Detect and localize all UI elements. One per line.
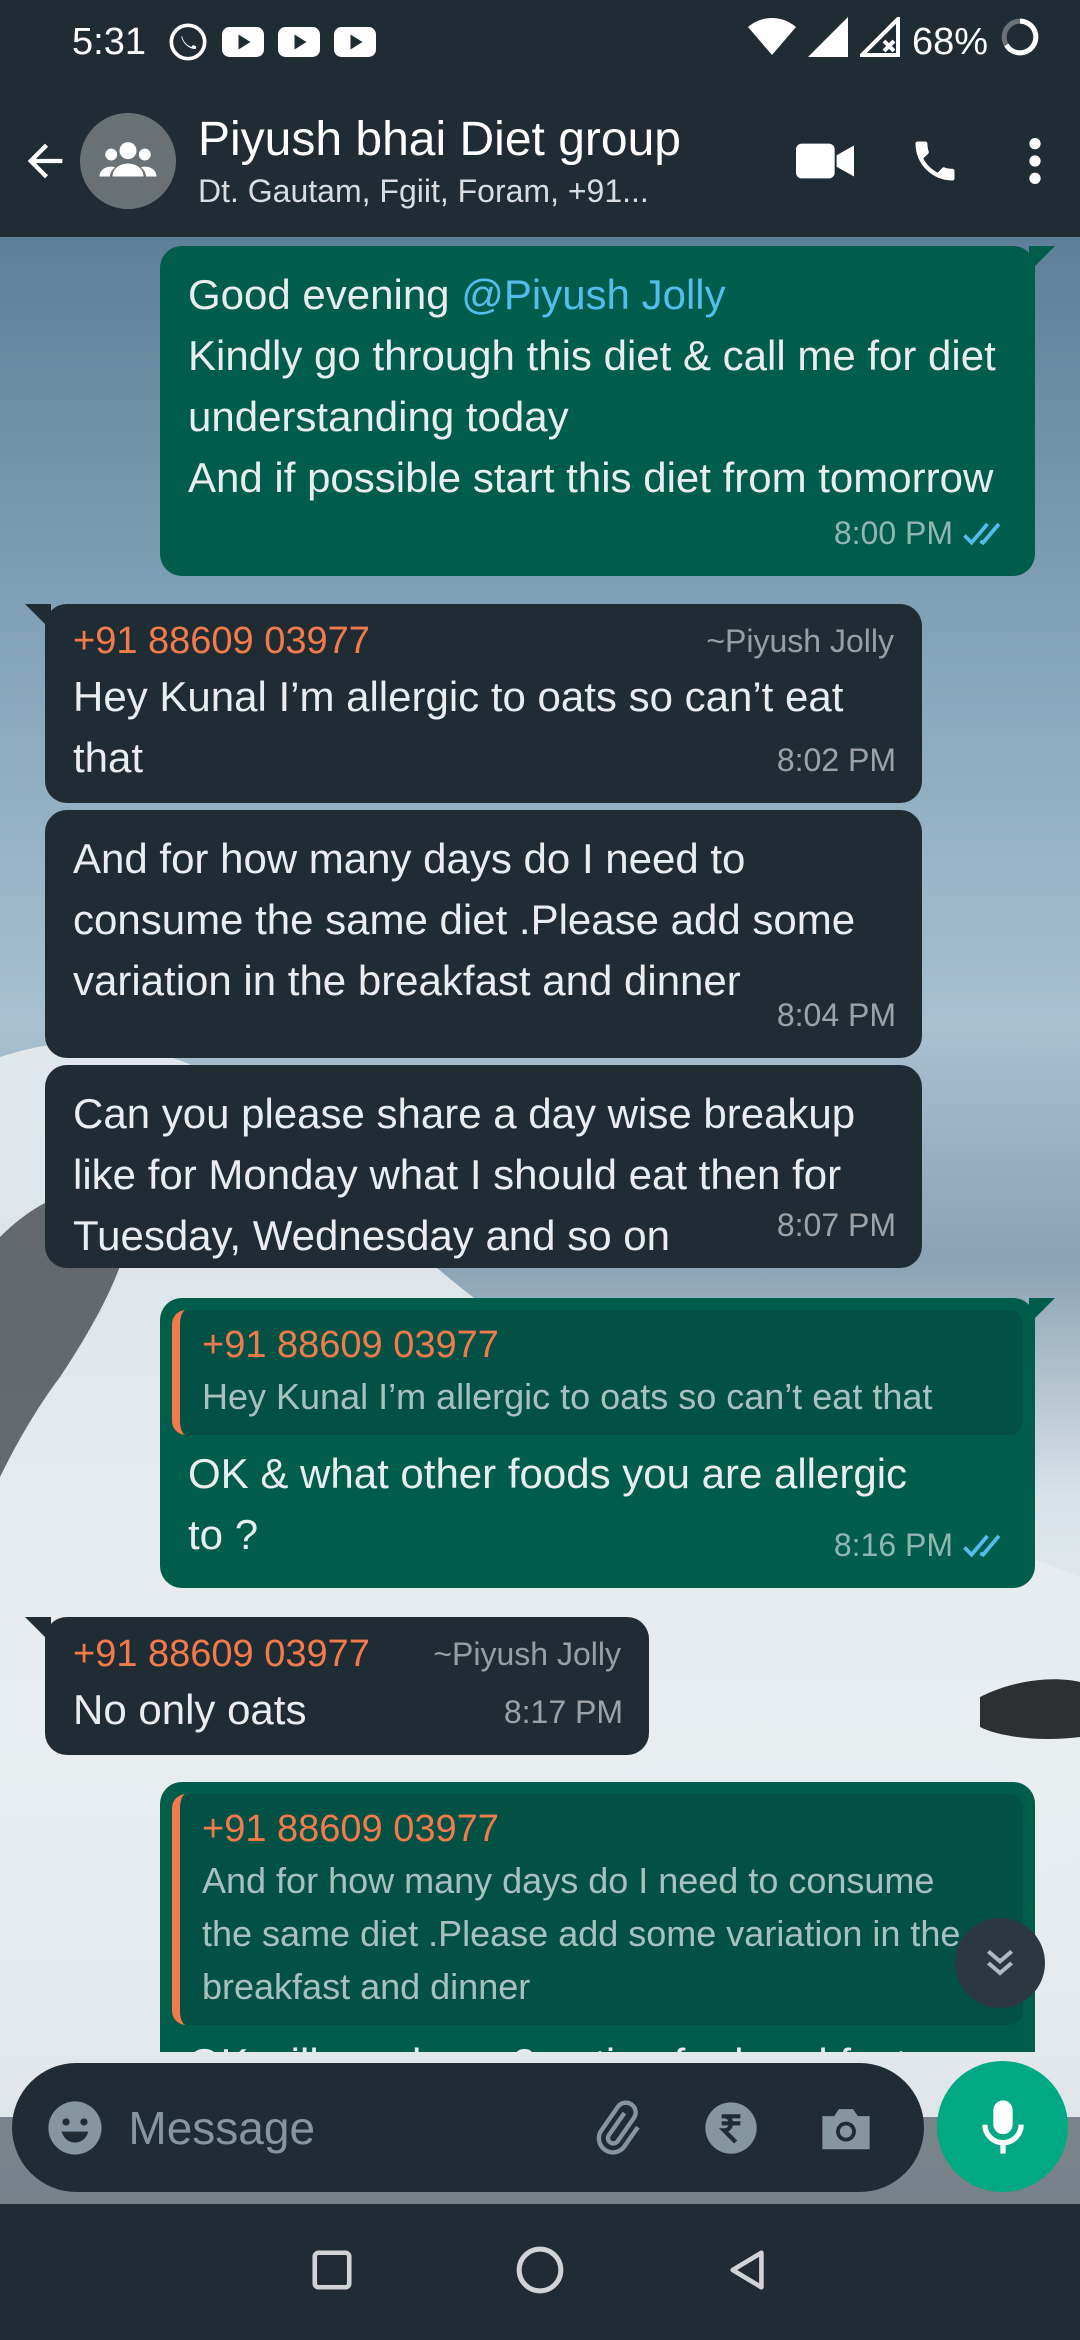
emoji-icon xyxy=(48,2100,102,2155)
recents-button[interactable] xyxy=(309,2247,355,2298)
message-meta: 8:00 PM xyxy=(834,503,1009,564)
message-sender: +91 88609 03977 ~Piyush Jolly xyxy=(73,1629,621,1679)
sender-phone[interactable]: +91 88609 03977 xyxy=(73,1629,370,1679)
wifi-icon xyxy=(747,17,796,67)
scroll-to-bottom-button[interactable] xyxy=(955,1918,1045,2008)
message-bubble-outgoing[interactable]: +91 88609 03977 Hey Kunal I’m allergic t… xyxy=(160,1298,1055,1588)
message-time: 8:17 PM xyxy=(503,1694,623,1730)
message-text: Good evening @Piyush Jolly xyxy=(188,271,726,318)
status-bar: 5:31 68% xyxy=(0,0,1080,84)
phone-icon xyxy=(915,141,955,180)
quoted-message[interactable]: +91 88609 03977 Hey Kunal I’m allergic t… xyxy=(172,1310,1023,1435)
double-chevron-down-icon xyxy=(987,1949,1013,1976)
message-time: 8:02 PM xyxy=(776,742,896,778)
payment-button[interactable] xyxy=(674,2078,789,2178)
group-icon xyxy=(99,141,157,176)
message-meta: 8:04 PM xyxy=(777,985,896,1046)
system-back-button[interactable] xyxy=(725,2247,771,2298)
youtube-icon xyxy=(221,26,264,58)
message-meta: 8:02 PM xyxy=(777,730,896,791)
mention-link[interactable]: @Piyush Jolly xyxy=(461,271,725,318)
double-check-icon xyxy=(963,522,1001,545)
paperclip-icon xyxy=(596,2100,640,2155)
message-composer xyxy=(12,2063,924,2192)
youtube-icon xyxy=(277,26,320,58)
microphone-icon xyxy=(981,2099,1024,2154)
message-text: OK & what other foods you are allergic t… xyxy=(188,1450,908,1558)
quoted-text: And for how many days do I need to consu… xyxy=(202,1860,961,2007)
voice-call-button[interactable] xyxy=(880,101,990,221)
message-bubble-outgoing[interactable]: +91 88609 03977 And for how many days do… xyxy=(160,1782,1035,2052)
status-time: 5:31 xyxy=(72,20,146,63)
video-call-button[interactable] xyxy=(770,101,880,221)
message-time: 8:04 PM xyxy=(776,997,896,1033)
video-camera-icon xyxy=(796,143,854,178)
signal-no-service-icon xyxy=(857,14,900,67)
message-meta: 8:07 PM xyxy=(777,1195,896,1256)
message-bubble-incoming[interactable]: Can you please share a day wise breakup … xyxy=(45,1065,922,1268)
group-members: Dt. Gautam, Fgiit, Foram, +91... xyxy=(198,172,649,209)
arrow-left-icon xyxy=(27,143,63,178)
quoted-sender: +91 88609 03977 xyxy=(202,1808,499,1850)
emoji-button[interactable] xyxy=(32,2083,118,2173)
signal-icon xyxy=(807,17,848,67)
message-text: Kindly go through this diet & call me fo… xyxy=(188,332,996,501)
sender-alias: ~Piyush Jolly xyxy=(706,623,894,659)
triangle-back-icon xyxy=(730,2249,764,2290)
message-bubble-incoming[interactable]: +91 88609 03977 ~Piyush Jolly Hey Kunal … xyxy=(25,604,922,803)
message-text: OK will send you 2 option for breakfast xyxy=(172,2033,1023,2052)
message-bubble-incoming[interactable]: And for how many days do I need to consu… xyxy=(45,810,922,1058)
double-check-icon xyxy=(963,1534,1001,1557)
message-meta: 8:16 PM xyxy=(834,1515,1009,1576)
camera-icon xyxy=(822,2108,871,2149)
circle-icon xyxy=(516,2246,564,2293)
quoted-sender: +91 88609 03977 xyxy=(202,1324,499,1366)
rupee-icon xyxy=(705,2101,757,2154)
system-navigation-bar xyxy=(0,2204,1080,2340)
home-button[interactable] xyxy=(515,2245,565,2300)
quoted-text: Hey Kunal I’m allergic to oats so can’t … xyxy=(202,1376,933,1417)
group-name: Piyush bhai Diet group xyxy=(198,112,681,166)
message-text: Hey Kunal I’m allergic to oats so can’t … xyxy=(73,673,844,781)
more-options-button[interactable] xyxy=(990,101,1080,221)
message-bubble-incoming[interactable]: +91 88609 03977 ~Piyush Jolly No only oa… xyxy=(25,1617,649,1755)
chat-header: Piyush bhai Diet group Dt. Gautam, Fgiit… xyxy=(0,84,1080,237)
square-icon xyxy=(312,2249,352,2290)
battery-percent: 68% xyxy=(911,20,988,63)
message-bubble-outgoing[interactable]: Good evening @Piyush Jolly Kindly go thr… xyxy=(160,246,1055,576)
message-meta: 8:17 PM xyxy=(504,1682,623,1743)
message-time: 8:00 PM xyxy=(833,515,953,551)
quoted-message[interactable]: +91 88609 03977 And for how many days do… xyxy=(172,1794,1023,2025)
message-input[interactable] xyxy=(128,2100,559,2155)
battery-icon xyxy=(1000,17,1040,67)
attach-button[interactable] xyxy=(558,2078,673,2178)
youtube-icon xyxy=(333,26,376,58)
sender-phone[interactable]: +91 88609 03977 xyxy=(73,616,370,666)
message-time: 8:07 PM xyxy=(776,1207,896,1243)
group-avatar[interactable] xyxy=(80,112,176,209)
message-time: 8:16 PM xyxy=(833,1527,953,1563)
camera-button[interactable] xyxy=(789,2078,904,2178)
back-button[interactable] xyxy=(0,84,90,237)
sender-alias: ~Piyush Jolly xyxy=(433,1636,621,1672)
group-info[interactable]: Piyush bhai Diet group Dt. Gautam, Fgiit… xyxy=(198,112,718,210)
message-text: And for how many days do I need to consu… xyxy=(73,835,856,1004)
message-sender: +91 88609 03977 ~Piyush Jolly xyxy=(73,616,894,666)
voice-message-button[interactable] xyxy=(937,2061,1068,2192)
more-vertical-icon xyxy=(1029,137,1041,184)
whatsapp-icon xyxy=(168,22,208,62)
